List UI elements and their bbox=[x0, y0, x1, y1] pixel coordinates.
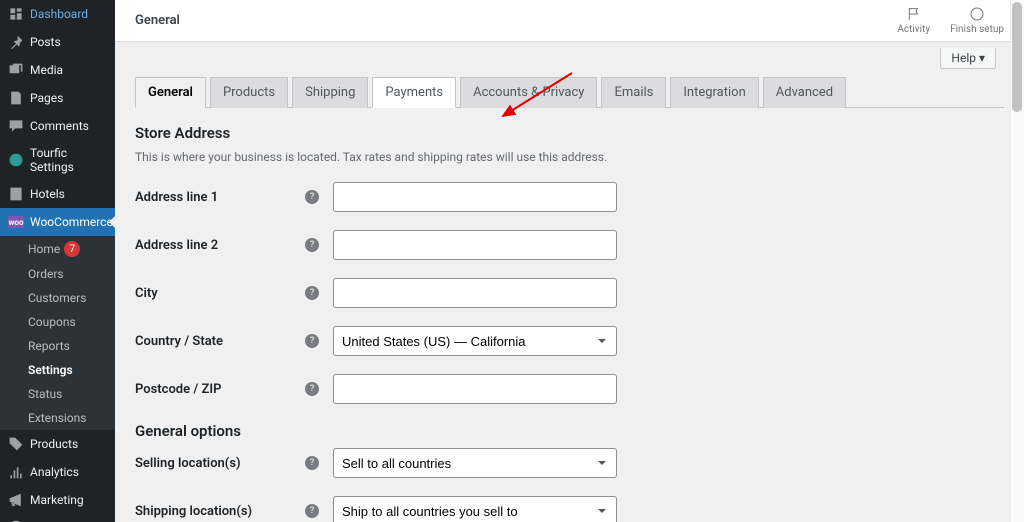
page-title: General bbox=[135, 13, 180, 28]
input-address2[interactable] bbox=[333, 230, 617, 260]
analytics-icon bbox=[8, 464, 24, 480]
help-icon[interactable]: ? bbox=[305, 286, 319, 300]
label-postcode: Postcode / ZIP bbox=[135, 382, 305, 397]
submenu-extensions[interactable]: Extensions bbox=[0, 406, 115, 430]
select-shipping-locations[interactable]: Ship to all countries you sell to bbox=[333, 496, 617, 522]
admin-sidebar: Dashboard Posts Media Pages Comments Tou… bbox=[0, 0, 115, 522]
sidebar-item-media[interactable]: Media bbox=[0, 56, 115, 84]
pin-icon bbox=[8, 34, 24, 50]
badge-count: 7 bbox=[64, 241, 80, 257]
scrollbar-thumb[interactable] bbox=[1012, 2, 1022, 112]
row-country-state: Country / State ? United States (US) — C… bbox=[135, 326, 1004, 356]
sidebar-item-posts[interactable]: Posts bbox=[0, 28, 115, 56]
circle-icon bbox=[969, 6, 985, 22]
row-selling-locations: Selling location(s) ? Sell to all countr… bbox=[135, 448, 1004, 478]
row-shipping-locations: Shipping location(s) ? Ship to all count… bbox=[135, 496, 1004, 522]
scrollbar[interactable] bbox=[1010, 0, 1024, 522]
label-shipping-locations: Shipping location(s) bbox=[135, 504, 305, 519]
woocommerce-submenu: Home 7 Orders Customers Coupons Reports … bbox=[0, 236, 115, 430]
tab-products[interactable]: Products bbox=[210, 77, 288, 108]
section-desc: This is where your business is located. … bbox=[135, 150, 1004, 164]
topbar: General Activity Finish setup bbox=[115, 0, 1024, 42]
sidebar-item-analytics[interactable]: Analytics bbox=[0, 458, 115, 486]
section-heading-general-options: General options bbox=[135, 422, 1004, 440]
row-city: City ? bbox=[135, 278, 1004, 308]
sidebar-item-dashboard[interactable]: Dashboard bbox=[0, 0, 115, 28]
select-country-state[interactable]: United States (US) — California bbox=[333, 326, 617, 356]
input-city[interactable] bbox=[333, 278, 617, 308]
tab-integration[interactable]: Integration bbox=[670, 77, 758, 108]
tab-shipping[interactable]: Shipping bbox=[292, 77, 368, 108]
help-toggle[interactable]: Help ▾ bbox=[940, 48, 996, 69]
marketing-icon bbox=[8, 492, 24, 508]
sidebar-item-products[interactable]: Products bbox=[0, 430, 115, 458]
sidebar-item-pages[interactable]: Pages bbox=[0, 84, 115, 112]
label-city: City bbox=[135, 286, 305, 301]
submenu-customers[interactable]: Customers bbox=[0, 286, 115, 310]
main-content: General Activity Finish setup Help ▾ Gen… bbox=[115, 0, 1024, 522]
media-icon bbox=[8, 62, 24, 78]
submenu-settings[interactable]: Settings bbox=[0, 358, 115, 382]
section-heading-store-address: Store Address bbox=[135, 124, 1004, 142]
pages-icon bbox=[8, 90, 24, 106]
row-postcode: Postcode / ZIP ? bbox=[135, 374, 1004, 404]
help-icon[interactable]: ? bbox=[305, 190, 319, 204]
submenu-home[interactable]: Home 7 bbox=[0, 236, 115, 262]
tab-emails[interactable]: Emails bbox=[601, 77, 666, 108]
label-country-state: Country / State bbox=[135, 334, 305, 349]
tourfic-icon bbox=[8, 152, 24, 168]
sidebar-item-marketing[interactable]: Marketing bbox=[0, 486, 115, 514]
sidebar-item-tourfic[interactable]: Tourfic Settings bbox=[0, 140, 115, 180]
flag-icon bbox=[906, 6, 922, 22]
input-address1[interactable] bbox=[333, 182, 617, 212]
products-icon bbox=[8, 436, 24, 452]
finish-setup-button[interactable]: Finish setup bbox=[950, 6, 1004, 35]
row-address2: Address line 2 ? bbox=[135, 230, 1004, 260]
sidebar-item-comments[interactable]: Comments bbox=[0, 112, 115, 140]
help-icon[interactable]: ? bbox=[305, 238, 319, 252]
select-selling-locations[interactable]: Sell to all countries bbox=[333, 448, 617, 478]
sidebar-item-hotels[interactable]: Hotels bbox=[0, 180, 115, 208]
help-icon[interactable]: ? bbox=[305, 334, 319, 348]
tab-payments[interactable]: Payments bbox=[372, 77, 456, 108]
sidebar-item-woocommerce[interactable]: wooWooCommerce bbox=[0, 208, 115, 236]
tab-advanced[interactable]: Advanced bbox=[763, 77, 846, 108]
label-address1: Address line 1 bbox=[135, 190, 305, 205]
row-address1: Address line 1 ? bbox=[135, 182, 1004, 212]
settings-content: Help ▾ General Products Shipping Payment… bbox=[115, 42, 1024, 522]
tab-general[interactable]: General bbox=[135, 77, 206, 108]
tab-accounts-privacy[interactable]: Accounts & Privacy bbox=[460, 77, 597, 108]
help-icon[interactable]: ? bbox=[305, 504, 319, 518]
hotels-icon bbox=[8, 186, 24, 202]
dashboard-icon bbox=[8, 6, 24, 22]
woocommerce-icon: woo bbox=[8, 214, 24, 230]
activity-button[interactable]: Activity bbox=[897, 6, 930, 35]
help-icon[interactable]: ? bbox=[305, 382, 319, 396]
submenu-status[interactable]: Status bbox=[0, 382, 115, 406]
settings-tabs: General Products Shipping Payments Accou… bbox=[135, 76, 1004, 108]
comment-icon bbox=[8, 118, 24, 134]
label-address2: Address line 2 bbox=[135, 238, 305, 253]
submenu-coupons[interactable]: Coupons bbox=[0, 310, 115, 334]
help-icon[interactable]: ? bbox=[305, 456, 319, 470]
input-postcode[interactable] bbox=[333, 374, 617, 404]
sidebar-item-elementor[interactable]: Elementor bbox=[0, 514, 115, 522]
submenu-reports[interactable]: Reports bbox=[0, 334, 115, 358]
label-selling-locations: Selling location(s) bbox=[135, 456, 305, 471]
submenu-orders[interactable]: Orders bbox=[0, 262, 115, 286]
